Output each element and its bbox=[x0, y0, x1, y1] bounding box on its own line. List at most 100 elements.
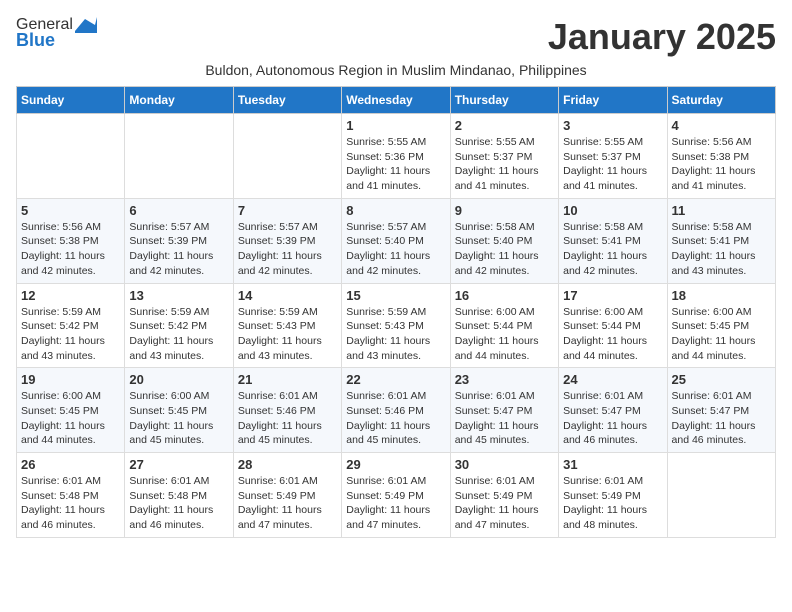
day-info: Sunrise: 6:01 AM Sunset: 5:47 PM Dayligh… bbox=[672, 389, 771, 448]
day-info: Sunrise: 6:01 AM Sunset: 5:49 PM Dayligh… bbox=[346, 474, 445, 533]
calendar-cell: 16 Sunrise: 6:00 AM Sunset: 5:44 PM Dayli… bbox=[450, 283, 558, 368]
column-header-wednesday: Wednesday bbox=[342, 87, 450, 114]
day-number: 23 bbox=[455, 372, 554, 387]
day-info: Sunrise: 6:01 AM Sunset: 5:48 PM Dayligh… bbox=[21, 474, 120, 533]
logo-blue-text: Blue bbox=[16, 30, 55, 51]
calendar-cell: 25 Sunrise: 6:01 AM Sunset: 5:47 PM Dayli… bbox=[667, 368, 775, 453]
calendar-cell: 11 Sunrise: 5:58 AM Sunset: 5:41 PM Dayli… bbox=[667, 198, 775, 283]
calendar-cell: 12 Sunrise: 5:59 AM Sunset: 5:42 PM Dayli… bbox=[17, 283, 125, 368]
calendar-cell bbox=[17, 114, 125, 199]
day-info: Sunrise: 5:56 AM Sunset: 5:38 PM Dayligh… bbox=[672, 135, 771, 194]
calendar-cell: 18 Sunrise: 6:00 AM Sunset: 5:45 PM Dayli… bbox=[667, 283, 775, 368]
day-info: Sunrise: 5:56 AM Sunset: 5:38 PM Dayligh… bbox=[21, 220, 120, 279]
day-info: Sunrise: 6:01 AM Sunset: 5:47 PM Dayligh… bbox=[563, 389, 662, 448]
column-header-thursday: Thursday bbox=[450, 87, 558, 114]
day-number: 26 bbox=[21, 457, 120, 472]
day-info: Sunrise: 6:00 AM Sunset: 5:44 PM Dayligh… bbox=[455, 305, 554, 364]
day-number: 6 bbox=[129, 203, 228, 218]
calendar-cell: 9 Sunrise: 5:58 AM Sunset: 5:40 PM Daylig… bbox=[450, 198, 558, 283]
day-number: 16 bbox=[455, 288, 554, 303]
day-number: 18 bbox=[672, 288, 771, 303]
calendar-cell: 30 Sunrise: 6:01 AM Sunset: 5:49 PM Dayli… bbox=[450, 453, 558, 538]
day-info: Sunrise: 5:58 AM Sunset: 5:40 PM Dayligh… bbox=[455, 220, 554, 279]
day-number: 24 bbox=[563, 372, 662, 387]
calendar-cell: 6Sunrise: 5:57 AM Sunset: 5:39 PM Daylig… bbox=[125, 198, 233, 283]
day-info: Sunrise: 6:00 AM Sunset: 5:45 PM Dayligh… bbox=[129, 389, 228, 448]
day-number: 9 bbox=[455, 203, 554, 218]
day-number: 30 bbox=[455, 457, 554, 472]
column-header-tuesday: Tuesday bbox=[233, 87, 341, 114]
calendar-cell: 13 Sunrise: 5:59 AM Sunset: 5:42 PM Dayli… bbox=[125, 283, 233, 368]
day-info: Sunrise: 6:01 AM Sunset: 5:47 PM Dayligh… bbox=[455, 389, 554, 448]
column-header-sunday: Sunday bbox=[17, 87, 125, 114]
day-number: 11 bbox=[672, 203, 771, 218]
calendar-week-row: 1 Sunrise: 5:55 AM Sunset: 5:36 PM Daylig… bbox=[17, 114, 776, 199]
calendar-cell: 27Sunrise: 6:01 AM Sunset: 5:48 PM Dayli… bbox=[125, 453, 233, 538]
calendar-cell: 31Sunrise: 6:01 AM Sunset: 5:49 PM Dayli… bbox=[559, 453, 667, 538]
calendar-cell: 24 Sunrise: 6:01 AM Sunset: 5:47 PM Dayli… bbox=[559, 368, 667, 453]
column-header-monday: Monday bbox=[125, 87, 233, 114]
day-number: 8 bbox=[346, 203, 445, 218]
calendar-cell: 14Sunrise: 5:59 AM Sunset: 5:43 PM Dayli… bbox=[233, 283, 341, 368]
day-info: Sunrise: 6:00 AM Sunset: 5:44 PM Dayligh… bbox=[563, 305, 662, 364]
calendar-week-row: 19Sunrise: 6:00 AM Sunset: 5:45 PM Dayli… bbox=[17, 368, 776, 453]
day-number: 14 bbox=[238, 288, 337, 303]
day-number: 20 bbox=[129, 372, 228, 387]
day-number: 7 bbox=[238, 203, 337, 218]
month-title: January 2025 bbox=[548, 16, 776, 58]
day-number: 15 bbox=[346, 288, 445, 303]
day-number: 25 bbox=[672, 372, 771, 387]
day-number: 3 bbox=[563, 118, 662, 133]
calendar-cell: 17 Sunrise: 6:00 AM Sunset: 5:44 PM Dayli… bbox=[559, 283, 667, 368]
day-info: Sunrise: 6:01 AM Sunset: 5:49 PM Dayligh… bbox=[455, 474, 554, 533]
calendar-cell: 23 Sunrise: 6:01 AM Sunset: 5:47 PM Dayli… bbox=[450, 368, 558, 453]
day-info: Sunrise: 5:55 AM Sunset: 5:37 PM Dayligh… bbox=[455, 135, 554, 194]
calendar-cell: 5 Sunrise: 5:56 AM Sunset: 5:38 PM Daylig… bbox=[17, 198, 125, 283]
day-info: Sunrise: 6:00 AM Sunset: 5:45 PM Dayligh… bbox=[672, 305, 771, 364]
calendar-table: SundayMondayTuesdayWednesdayThursdayFrid… bbox=[16, 86, 776, 538]
page-header: General Blue January 2025 bbox=[16, 16, 776, 58]
calendar-cell: 3 Sunrise: 5:55 AM Sunset: 5:37 PM Daylig… bbox=[559, 114, 667, 199]
day-number: 28 bbox=[238, 457, 337, 472]
day-info: Sunrise: 6:01 AM Sunset: 5:49 PM Dayligh… bbox=[563, 474, 662, 533]
day-number: 21 bbox=[238, 372, 337, 387]
day-number: 12 bbox=[21, 288, 120, 303]
day-info: Sunrise: 5:55 AM Sunset: 5:36 PM Dayligh… bbox=[346, 135, 445, 194]
day-info: Sunrise: 5:57 AM Sunset: 5:40 PM Dayligh… bbox=[346, 220, 445, 279]
calendar-cell: 21Sunrise: 6:01 AM Sunset: 5:46 PM Dayli… bbox=[233, 368, 341, 453]
day-number: 27 bbox=[129, 457, 228, 472]
day-number: 1 bbox=[346, 118, 445, 133]
day-number: 22 bbox=[346, 372, 445, 387]
calendar-cell: 1 Sunrise: 5:55 AM Sunset: 5:36 PM Daylig… bbox=[342, 114, 450, 199]
day-number: 29 bbox=[346, 457, 445, 472]
calendar-cell bbox=[233, 114, 341, 199]
calendar-cell: 28 Sunrise: 6:01 AM Sunset: 5:49 PM Dayli… bbox=[233, 453, 341, 538]
calendar-cell: 19Sunrise: 6:00 AM Sunset: 5:45 PM Dayli… bbox=[17, 368, 125, 453]
calendar-cell: 10 Sunrise: 5:58 AM Sunset: 5:41 PM Dayli… bbox=[559, 198, 667, 283]
calendar-cell bbox=[125, 114, 233, 199]
day-number: 2 bbox=[455, 118, 554, 133]
calendar-cell: 26 Sunrise: 6:01 AM Sunset: 5:48 PM Dayli… bbox=[17, 453, 125, 538]
day-number: 13 bbox=[129, 288, 228, 303]
day-number: 10 bbox=[563, 203, 662, 218]
day-number: 5 bbox=[21, 203, 120, 218]
day-info: Sunrise: 6:01 AM Sunset: 5:46 PM Dayligh… bbox=[346, 389, 445, 448]
calendar-subtitle: Buldon, Autonomous Region in Muslim Mind… bbox=[16, 62, 776, 78]
day-info: Sunrise: 6:01 AM Sunset: 5:49 PM Dayligh… bbox=[238, 474, 337, 533]
day-info: Sunrise: 5:58 AM Sunset: 5:41 PM Dayligh… bbox=[672, 220, 771, 279]
calendar-cell: 7Sunrise: 5:57 AM Sunset: 5:39 PM Daylig… bbox=[233, 198, 341, 283]
calendar-week-row: 12 Sunrise: 5:59 AM Sunset: 5:42 PM Dayli… bbox=[17, 283, 776, 368]
day-info: Sunrise: 5:59 AM Sunset: 5:42 PM Dayligh… bbox=[129, 305, 228, 364]
day-number: 4 bbox=[672, 118, 771, 133]
day-number: 17 bbox=[563, 288, 662, 303]
calendar-cell: 20 Sunrise: 6:00 AM Sunset: 5:45 PM Dayli… bbox=[125, 368, 233, 453]
calendar-header-row: SundayMondayTuesdayWednesdayThursdayFrid… bbox=[17, 87, 776, 114]
calendar-cell: 2 Sunrise: 5:55 AM Sunset: 5:37 PM Daylig… bbox=[450, 114, 558, 199]
day-info: Sunrise: 5:58 AM Sunset: 5:41 PM Dayligh… bbox=[563, 220, 662, 279]
logo-icon bbox=[75, 17, 97, 33]
day-info: Sunrise: 5:59 AM Sunset: 5:42 PM Dayligh… bbox=[21, 305, 120, 364]
day-info: Sunrise: 6:00 AM Sunset: 5:45 PM Dayligh… bbox=[21, 389, 120, 448]
day-info: Sunrise: 5:55 AM Sunset: 5:37 PM Dayligh… bbox=[563, 135, 662, 194]
calendar-week-row: 26 Sunrise: 6:01 AM Sunset: 5:48 PM Dayli… bbox=[17, 453, 776, 538]
column-header-friday: Friday bbox=[559, 87, 667, 114]
